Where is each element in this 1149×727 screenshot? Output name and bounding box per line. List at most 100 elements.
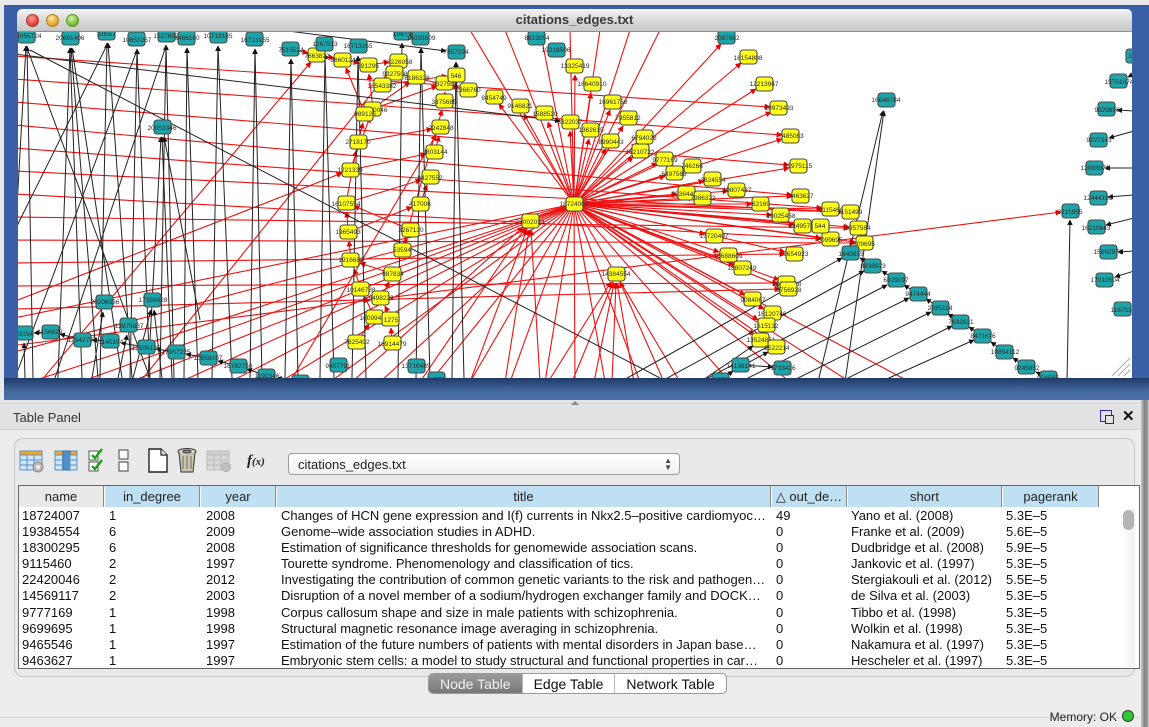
svg-text:10854112: 10854112 bbox=[991, 349, 1020, 356]
svg-text:1167533: 1167533 bbox=[1111, 307, 1132, 314]
svg-text:16713155: 16713155 bbox=[241, 37, 270, 44]
svg-text:9777169: 9777169 bbox=[652, 157, 678, 164]
svg-text:3624554: 3624554 bbox=[700, 177, 726, 184]
svg-text:13716485: 13716485 bbox=[402, 363, 431, 370]
svg-text:16543382: 16543382 bbox=[368, 83, 397, 90]
svg-text:6466160: 6466160 bbox=[174, 35, 200, 42]
svg-text:18724007: 18724007 bbox=[560, 201, 589, 208]
svg-text:8322037: 8322037 bbox=[557, 119, 583, 126]
svg-text:7515524: 7515524 bbox=[278, 47, 304, 54]
svg-text:1221339: 1221339 bbox=[337, 167, 363, 174]
svg-text:53594: 53594 bbox=[393, 247, 411, 254]
svg-text:16782759: 16782759 bbox=[224, 363, 253, 370]
svg-text:1733426: 1733426 bbox=[770, 365, 796, 372]
svg-text:6498222: 6498222 bbox=[368, 295, 394, 302]
svg-text:3875685: 3875685 bbox=[431, 99, 457, 106]
svg-text:2366760: 2366760 bbox=[455, 87, 481, 94]
svg-text:1965493: 1965493 bbox=[335, 229, 361, 236]
svg-text:7357224: 7357224 bbox=[443, 49, 469, 56]
svg-text:13975887: 13975887 bbox=[115, 323, 144, 330]
svg-text:924565: 924565 bbox=[1037, 375, 1059, 378]
svg-text:12444191: 12444191 bbox=[1084, 195, 1113, 202]
svg-text:8990443: 8990443 bbox=[598, 139, 624, 146]
svg-text:8427552: 8427552 bbox=[417, 175, 443, 182]
svg-text:2803144: 2803144 bbox=[422, 149, 448, 156]
svg-text:12975115: 12975115 bbox=[784, 163, 813, 170]
svg-text:989126: 989126 bbox=[354, 111, 376, 118]
svg-text:16033809: 16033809 bbox=[407, 35, 436, 42]
svg-text:8471676: 8471676 bbox=[970, 333, 996, 340]
svg-text:15692971: 15692971 bbox=[1094, 249, 1123, 256]
svg-text:93154: 93154 bbox=[18, 331, 33, 338]
svg-text:62160: 62160 bbox=[752, 201, 770, 208]
svg-text:10557: 10557 bbox=[98, 32, 116, 38]
svg-text:1640935: 1640935 bbox=[838, 251, 864, 258]
svg-text:10025458: 10025458 bbox=[767, 213, 796, 220]
svg-text:2242848: 2242848 bbox=[428, 125, 454, 132]
svg-text:23002033: 23002033 bbox=[516, 219, 545, 226]
svg-text:18807249: 18807249 bbox=[728, 265, 757, 272]
svg-text:9245652: 9245652 bbox=[1014, 365, 1040, 372]
svg-text:12505135: 12505135 bbox=[132, 345, 161, 352]
svg-text:19218506: 19218506 bbox=[542, 47, 571, 54]
svg-text:16107554: 16107554 bbox=[332, 201, 361, 208]
svg-text:7625402: 7625402 bbox=[344, 339, 370, 346]
svg-text:10146788: 10146788 bbox=[347, 287, 376, 294]
svg-text:15720407: 15720407 bbox=[700, 233, 729, 240]
svg-text:16914479: 16914479 bbox=[378, 341, 407, 348]
svg-text:1588520: 1588520 bbox=[532, 111, 558, 118]
svg-text:17957225: 17957225 bbox=[162, 349, 191, 356]
svg-text:417006: 417006 bbox=[409, 201, 431, 208]
svg-text:16210643: 16210643 bbox=[1082, 225, 1111, 232]
svg-text:7632621: 7632621 bbox=[948, 319, 974, 326]
svg-text:10653267: 10653267 bbox=[123, 37, 152, 44]
svg-text:14136141: 14136141 bbox=[727, 363, 756, 370]
svg-text:546: 546 bbox=[451, 73, 462, 80]
svg-text:9457791: 9457791 bbox=[325, 363, 351, 370]
svg-text:1112: 1112 bbox=[1128, 53, 1132, 60]
svg-text:8454749: 8454749 bbox=[481, 95, 507, 102]
svg-text:9084067: 9084067 bbox=[740, 297, 766, 304]
svg-text:10719185: 10719185 bbox=[204, 33, 233, 40]
svg-text:3267130: 3267130 bbox=[398, 227, 424, 234]
svg-text:7986322: 7986322 bbox=[690, 195, 716, 202]
svg-text:7485063: 7485063 bbox=[778, 133, 804, 140]
svg-text:19654923: 19654923 bbox=[780, 251, 809, 258]
svg-text:8813054: 8813054 bbox=[524, 35, 550, 42]
svg-text:1156829: 1156829 bbox=[38, 329, 63, 336]
svg-text:17359928: 17359928 bbox=[139, 297, 168, 304]
svg-text:13325419: 13325419 bbox=[561, 63, 590, 70]
svg-text:20053346: 20053346 bbox=[148, 125, 177, 132]
svg-text:6829197: 6829197 bbox=[883, 277, 909, 284]
svg-text:746266: 746266 bbox=[681, 163, 703, 170]
svg-text:887834: 887834 bbox=[382, 271, 404, 278]
svg-text:10807487: 10807487 bbox=[723, 187, 752, 194]
svg-text:16154808: 16154808 bbox=[734, 55, 763, 62]
svg-text:9474444: 9474444 bbox=[905, 291, 931, 298]
svg-text:94577: 94577 bbox=[427, 377, 445, 378]
svg-text:12093873: 12093873 bbox=[1081, 165, 1110, 172]
svg-text:1916682: 1916682 bbox=[338, 257, 364, 264]
svg-text:9756928: 9756928 bbox=[776, 287, 802, 294]
svg-text:9463627: 9463627 bbox=[788, 193, 814, 200]
svg-text:16120746: 16120746 bbox=[758, 311, 787, 318]
svg-text:3215955: 3215955 bbox=[1057, 209, 1083, 216]
svg-text:2935114: 2935114 bbox=[928, 305, 953, 312]
svg-text:16648784: 16648784 bbox=[872, 97, 901, 104]
svg-text:6794028: 6794028 bbox=[631, 135, 657, 142]
svg-text:16210722: 16210722 bbox=[626, 149, 655, 156]
svg-text:8660124: 8660124 bbox=[330, 57, 356, 64]
svg-text:20691406: 20691406 bbox=[56, 35, 85, 42]
svg-text:17010504: 17010504 bbox=[1091, 277, 1120, 284]
svg-text:14384554: 14384554 bbox=[602, 271, 631, 278]
svg-text:16713155: 16713155 bbox=[344, 43, 373, 50]
svg-text:8957584: 8957584 bbox=[845, 225, 871, 232]
svg-text:15751074: 15751074 bbox=[1105, 79, 1132, 86]
svg-text:7663822: 7663822 bbox=[304, 53, 330, 60]
svg-text:14055724: 14055724 bbox=[18, 33, 42, 40]
svg-text:9146821: 9146821 bbox=[507, 103, 533, 110]
svg-text:12213967: 12213967 bbox=[750, 81, 779, 88]
svg-text:1362615: 1362615 bbox=[578, 127, 604, 134]
svg-text:1053: 1053 bbox=[714, 377, 729, 378]
svg-text:10973493: 10973493 bbox=[765, 105, 794, 112]
